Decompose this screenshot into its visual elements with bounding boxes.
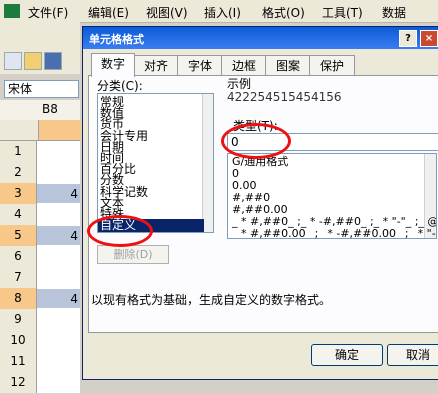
category-list[interactable]: 常规 数值 货币 会计专用 日期 时间 百分比 分数 科学记数 文本 特殊 自定义 — [97, 93, 214, 233]
table-row[interactable]: 11 — [0, 351, 80, 373]
table-row[interactable]: 54 — [0, 225, 80, 247]
toolbar — [0, 22, 80, 74]
menu-file[interactable]: 文件(F) — [28, 4, 68, 21]
cell-value: 4 — [70, 292, 78, 306]
format-item[interactable]: 0 — [232, 168, 239, 179]
format-item[interactable]: _ * #,##0_ ;_ * -#,##0_ ;_ * "-"_ ;_ @_ — [232, 216, 436, 227]
format-item[interactable]: _ * #,##0.00_ ;_ * -#,##0.00_ ;_ * "-"??… — [232, 228, 436, 238]
row-number[interactable]: 7 — [0, 267, 37, 288]
name-box[interactable]: B8 — [0, 100, 80, 120]
table-row[interactable]: 10 — [0, 330, 80, 352]
row-number[interactable]: 1 — [0, 141, 37, 162]
highlight-type-oval — [221, 123, 291, 159]
row-number[interactable]: 9 — [0, 309, 37, 330]
row-number[interactable]: 2 — [0, 162, 37, 183]
format-item[interactable]: 0.00 — [232, 180, 257, 191]
cell[interactable]: 4 — [37, 226, 80, 245]
highlight-category-oval — [87, 215, 153, 247]
tab-protection[interactable]: 保护 — [309, 55, 355, 76]
cell[interactable]: 4 — [37, 289, 80, 308]
menu-tools[interactable]: 工具(T) — [322, 4, 363, 21]
category-scrollbar[interactable] — [202, 94, 213, 232]
menu-format[interactable]: 格式(O) — [262, 4, 305, 21]
new-icon[interactable] — [4, 52, 22, 70]
description: 以现有格式为基础，生成自定义的数字格式。 — [91, 293, 332, 307]
font-name-box[interactable]: 宋体 — [4, 80, 79, 98]
table-row[interactable]: 4 — [0, 204, 80, 226]
dialog-titlebar[interactable]: 单元格格式 ? × — [83, 27, 438, 49]
row-number[interactable]: 12 — [0, 372, 37, 393]
tab-pattern[interactable]: 图案 — [265, 55, 311, 76]
name-box-value: B8 — [42, 102, 58, 116]
table-row[interactable]: 1 — [0, 141, 80, 163]
format-list[interactable]: G/通用格式 0 0.00 #,##0 #,##0.00 _ * #,##0_ ;_ * … — [227, 153, 437, 239]
table-row[interactable]: 6 — [0, 246, 80, 268]
tab-font[interactable]: 字体 — [177, 55, 223, 76]
table-row[interactable]: 34 — [0, 183, 80, 205]
close-button[interactable]: × — [420, 30, 438, 47]
cell-value: 4 — [70, 187, 78, 201]
menu-data[interactable]: 数据 — [382, 4, 406, 21]
excel-icon — [4, 4, 20, 18]
category-label: 分类(C): — [97, 79, 143, 93]
tab-alignment[interactable]: 对齐 — [133, 55, 179, 76]
row-number[interactable]: 10 — [0, 330, 37, 351]
table-row[interactable]: 9 — [0, 309, 80, 331]
menu-view[interactable]: 视图(V) — [146, 4, 188, 21]
menu-bar: 文件(F) 编辑(E) 视图(V) 插入(I) 格式(O) 工具(T) 数据 — [0, 0, 438, 23]
row-number[interactable]: 4 — [0, 204, 37, 225]
row-number[interactable]: 8 — [0, 288, 37, 309]
menu-edit[interactable]: 编辑(E) — [88, 4, 129, 21]
tab-number[interactable]: 数字 — [91, 53, 135, 77]
save-icon[interactable] — [44, 52, 62, 70]
table-row[interactable]: 84 — [0, 288, 80, 310]
column-header-b[interactable] — [38, 120, 81, 140]
table-row[interactable]: 2 — [0, 162, 80, 184]
format-item[interactable]: #,##0 — [232, 192, 270, 203]
table-row[interactable]: 12 — [0, 372, 80, 394]
dialog-title: 单元格格式 — [89, 33, 144, 46]
cancel-button[interactable]: 取消 — [387, 344, 438, 366]
format-cells-dialog: 单元格格式 ? × 数字 对齐 字体 边框 图案 保护 分类(C): 常规 数值货… — [82, 26, 438, 380]
row-number[interactable]: 11 — [0, 351, 37, 372]
help-button[interactable]: ? — [399, 30, 417, 47]
menu-insert[interactable]: 插入(I) — [204, 4, 241, 21]
row-number[interactable]: 5 — [0, 225, 37, 246]
row-number[interactable]: 6 — [0, 246, 37, 267]
table-row[interactable]: 7 — [0, 267, 80, 289]
ok-button[interactable]: 确定 — [311, 344, 383, 366]
delete-button[interactable]: 删除(D) — [97, 245, 169, 264]
row-number[interactable]: 3 — [0, 183, 37, 204]
cell-value: 4 — [70, 229, 78, 243]
format-item[interactable]: #,##0.00 — [232, 204, 288, 215]
open-folder-icon[interactable] — [24, 52, 42, 70]
tab-border[interactable]: 边框 — [221, 55, 267, 76]
sample-value: 422254515454156 — [227, 90, 342, 104]
cell[interactable]: 4 — [37, 184, 80, 203]
